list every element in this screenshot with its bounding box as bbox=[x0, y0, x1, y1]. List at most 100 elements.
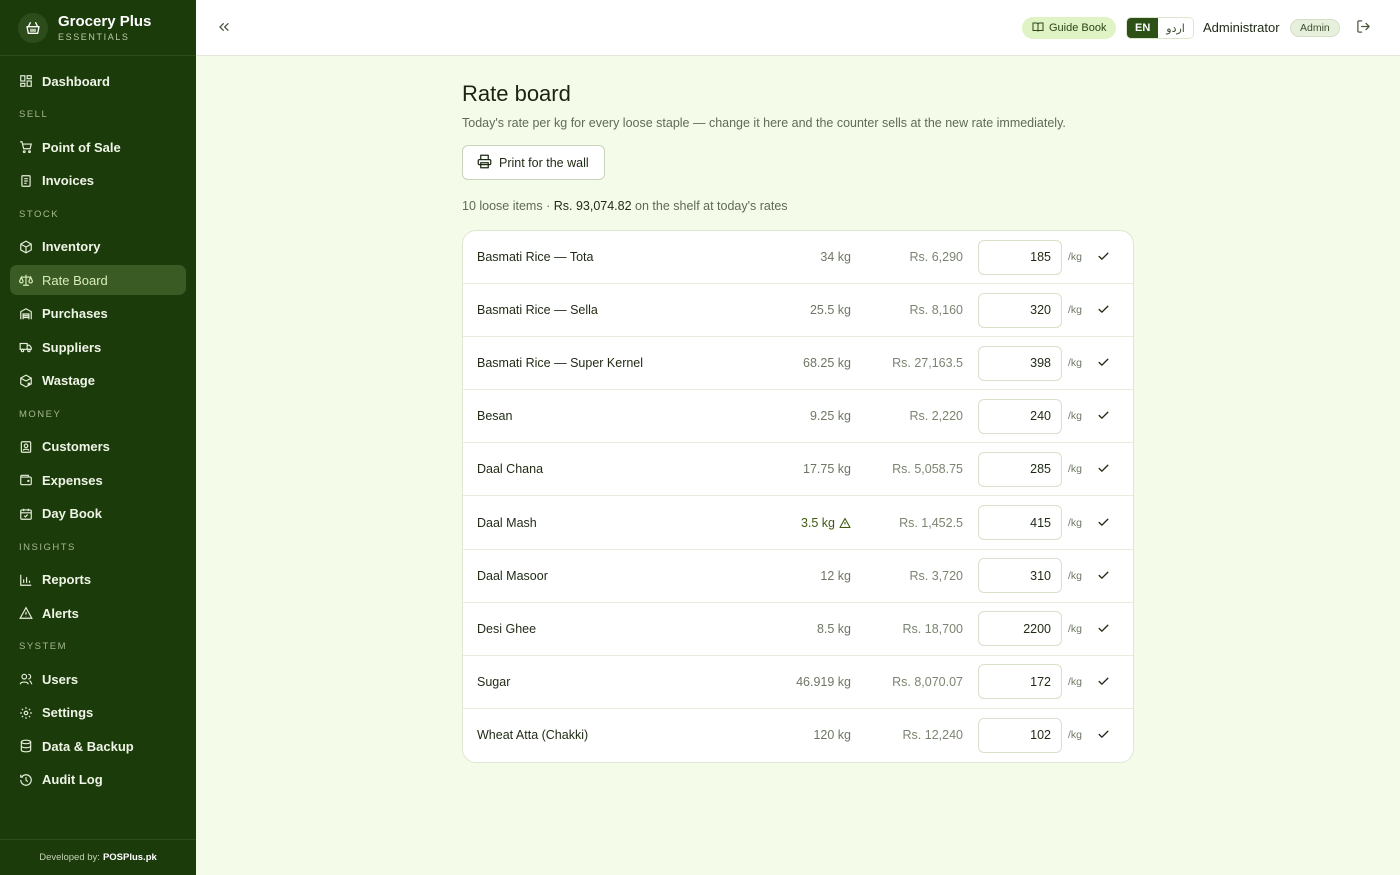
sidebar-footer: Developed by: POSPlus.pk bbox=[0, 839, 196, 875]
nav-section-stock: STOCK bbox=[19, 208, 60, 220]
unit-label: /kg bbox=[1068, 622, 1083, 635]
rate-input[interactable] bbox=[978, 558, 1062, 594]
rate-input[interactable] bbox=[978, 398, 1062, 434]
sidebar-item-customers[interactable]: Customers bbox=[10, 432, 186, 462]
summary-suffix: on the shelf at today's rates bbox=[635, 199, 788, 213]
stock-summary: 10 loose items · Rs. 93,074.82 on the sh… bbox=[462, 199, 1134, 213]
check-icon[interactable] bbox=[1097, 675, 1111, 689]
calendar-check-icon bbox=[19, 507, 33, 521]
user-name: Administrator bbox=[1203, 20, 1280, 35]
check-icon[interactable] bbox=[1097, 569, 1111, 583]
basket-icon bbox=[18, 12, 48, 43]
chevrons-left-icon bbox=[216, 22, 232, 39]
sidebar-item-label: Inventory bbox=[42, 239, 101, 254]
sidebar-item-label: Rate Board bbox=[42, 272, 108, 288]
item-name: Wheat Atta (Chakki) bbox=[477, 728, 589, 743]
sidebar-item-rate-board[interactable]: Rate Board bbox=[10, 265, 186, 295]
item-quantity: 120 kg bbox=[813, 728, 851, 743]
language-switcher: EN اردو bbox=[1126, 17, 1194, 39]
sidebar-item-label: Day Book bbox=[42, 506, 102, 521]
rate-input[interactable] bbox=[978, 345, 1062, 381]
item-quantity: 34 kg bbox=[820, 250, 851, 265]
logout-icon bbox=[1356, 20, 1371, 38]
sidebar-item-settings[interactable]: Settings bbox=[10, 698, 186, 728]
item-name: Daal Chana bbox=[477, 462, 544, 477]
nav-section-money: MONEY bbox=[19, 408, 62, 420]
sidebar-item-label: Suppliers bbox=[42, 339, 102, 355]
rate-input[interactable] bbox=[978, 505, 1062, 541]
rate-input[interactable] bbox=[978, 611, 1062, 647]
rate-input[interactable] bbox=[978, 664, 1062, 700]
check-icon[interactable] bbox=[1097, 303, 1111, 317]
check-icon[interactable] bbox=[1097, 462, 1111, 476]
check-icon[interactable] bbox=[1097, 728, 1111, 742]
brand[interactable]: Grocery Plus ESSENTIALS bbox=[0, 0, 196, 56]
guide-book-button[interactable]: Guide Book bbox=[1022, 17, 1117, 39]
item-quantity: 17.75 kg bbox=[803, 462, 851, 477]
unit-label: /kg bbox=[1068, 463, 1083, 476]
check-icon[interactable] bbox=[1097, 250, 1111, 264]
sidebar-item-suppliers[interactable]: Suppliers bbox=[10, 332, 186, 362]
sidebar-item-reports[interactable]: Reports bbox=[10, 565, 186, 595]
check-icon[interactable] bbox=[1097, 622, 1111, 636]
item-quantity: 3.5 kg bbox=[800, 515, 835, 530]
table-row: Desi Ghee 8.5 kg Rs. 18,700 /kg bbox=[463, 603, 1133, 656]
sidebar-item-users[interactable]: Users bbox=[10, 664, 186, 694]
sidebar-item-point-of-sale[interactable]: Point of Sale bbox=[10, 132, 186, 162]
check-icon[interactable] bbox=[1097, 356, 1111, 370]
sidebar-item-label: Dashboard bbox=[42, 73, 110, 89]
unit-label: /kg bbox=[1068, 729, 1083, 742]
table-row: Besan 9.25 kg Rs. 2,220 /kg bbox=[463, 390, 1133, 444]
bar-chart-icon bbox=[19, 573, 33, 587]
rate-input[interactable] bbox=[978, 717, 1062, 753]
sidebar-item-purchases[interactable]: Purchases bbox=[10, 299, 186, 329]
table-row: Daal Masoor 12 kg Rs. 3,720 /kg bbox=[463, 550, 1133, 603]
printer-icon bbox=[477, 154, 499, 172]
sidebar-item-label: Expenses bbox=[42, 472, 103, 488]
summary-value: Rs. 93,074.82 bbox=[553, 199, 632, 213]
unit-label: /kg bbox=[1068, 304, 1083, 317]
sidebar-item-dashboard[interactable]: Dashboard bbox=[10, 66, 186, 96]
item-quantity: 68.25 kg bbox=[803, 356, 851, 371]
rate-input[interactable] bbox=[978, 239, 1062, 275]
rate-input[interactable] bbox=[978, 451, 1062, 487]
collapse-sidebar-button[interactable] bbox=[216, 19, 234, 37]
item-name: Daal Masoor bbox=[477, 568, 548, 583]
unit-label: /kg bbox=[1068, 675, 1083, 688]
footer-brand-link[interactable]: POSPlus.pk bbox=[103, 852, 157, 863]
item-name: Desi Ghee bbox=[477, 621, 537, 636]
sidebar-item-label: Users bbox=[42, 671, 79, 687]
table-row: Basmati Rice — Tota 34 kg Rs. 6,290 /kg bbox=[463, 231, 1133, 285]
low-stock-warning-icon bbox=[839, 517, 851, 529]
sidebar-item-data-backup[interactable]: Data & Backup bbox=[10, 731, 186, 761]
nav-section-sell: SELL bbox=[19, 109, 49, 120]
print-button-label: Print for the wall bbox=[499, 155, 589, 170]
package-x-icon bbox=[19, 373, 33, 388]
table-row: Daal Chana 17.75 kg Rs. 5,058.75 /kg bbox=[463, 443, 1133, 497]
sidebar-item-inventory[interactable]: Inventory bbox=[10, 232, 186, 262]
language-urdu-button[interactable]: اردو bbox=[1158, 18, 1193, 38]
rate-input[interactable] bbox=[978, 292, 1062, 328]
logout-button[interactable] bbox=[1356, 19, 1374, 37]
sidebar-item-alerts[interactable]: Alerts bbox=[10, 598, 186, 628]
check-icon[interactable] bbox=[1097, 516, 1111, 530]
sidebar-item-invoices[interactable]: Invoices bbox=[10, 166, 186, 196]
table-row: Sugar 46.919 kg Rs. 8,070.07 /kg bbox=[463, 656, 1133, 709]
unit-label: /kg bbox=[1068, 516, 1083, 529]
nav-section-system: SYSTEM bbox=[19, 641, 68, 652]
sidebar-item-day-book[interactable]: Day Book bbox=[10, 499, 186, 529]
check-icon[interactable] bbox=[1097, 409, 1111, 423]
sidebar-item-audit-log[interactable]: Audit Log bbox=[10, 765, 186, 795]
sidebar-item-expenses[interactable]: Expenses bbox=[10, 465, 186, 495]
sidebar-item-wastage[interactable]: Wastage bbox=[10, 366, 186, 396]
item-value: Rs. 8,160 bbox=[909, 303, 963, 318]
table-row: Basmati Rice — Super Kernel 68.25 kg Rs.… bbox=[463, 337, 1133, 391]
item-name: Besan bbox=[477, 409, 513, 424]
language-en-button[interactable]: EN bbox=[1127, 18, 1159, 38]
item-quantity: 12 kg bbox=[820, 568, 851, 583]
main-content: Rate board Today's rate per kg for every… bbox=[462, 56, 1134, 763]
item-value: Rs. 3,720 bbox=[909, 568, 963, 583]
print-for-wall-button[interactable]: Print for the wall bbox=[462, 145, 605, 180]
page-title: Rate board bbox=[462, 81, 571, 106]
sidebar-item-label: Alerts bbox=[42, 605, 79, 621]
